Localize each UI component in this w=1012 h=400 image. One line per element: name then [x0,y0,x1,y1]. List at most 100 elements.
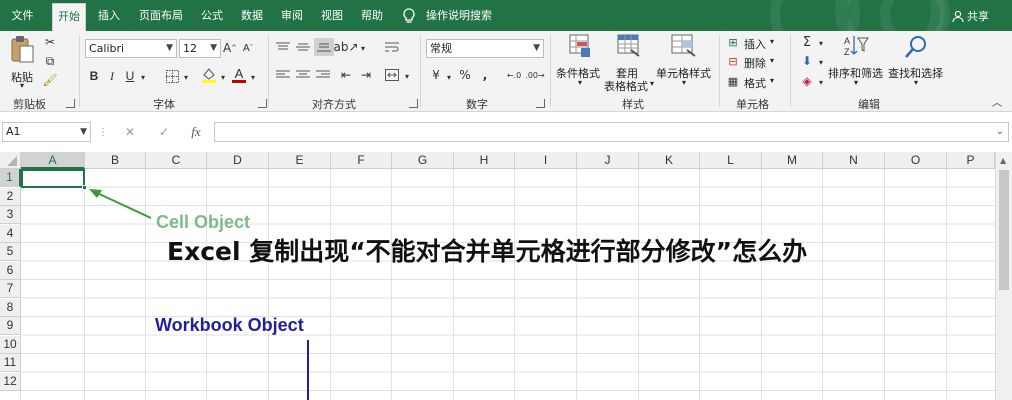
insert-cells-button[interactable]: ⊞ 插入 ▾ [726,34,796,52]
vertical-scrollbar[interactable]: ▲ [995,152,1012,400]
workbook-object-label: Workbook Object [155,315,304,335]
tab-formulas[interactable]: 公式 [195,0,229,31]
chevron-down-icon: ▾ [914,78,919,87]
annotation-arrows [89,189,309,400]
shrink-font-icon[interactable]: Aˇ [241,40,255,56]
cell-object-label: Cell Object [156,212,251,232]
font-color-icon[interactable]: A [231,65,247,84]
underline-button[interactable]: U [122,68,138,84]
align-bottom-icon[interactable] [314,38,334,56]
sort-filter-icon: AZ [844,36,869,57]
collapse-ribbon-icon[interactable]: ︿ [990,95,1004,109]
chevron-down-icon[interactable]: ▾ [138,69,148,85]
comma-style-icon[interactable]: , [477,67,493,83]
cancel-icon[interactable]: ✕ [122,124,138,140]
decrease-decimal-icon[interactable]: .00→ [525,67,544,83]
chevron-down-icon[interactable]: ▾ [248,69,258,85]
chevron-down-icon[interactable]: ▾ [444,69,454,85]
group-label-editing: 编辑 [858,98,880,111]
cut-icon[interactable]: ✂ [42,34,58,50]
format-painter-icon[interactable]: 🖌 [42,72,58,88]
autosum-icon[interactable]: Σ [799,34,815,50]
align-middle-icon[interactable] [294,39,312,55]
number-format-dropdown[interactable]: 常规 ▼ [426,39,544,58]
fill-color-icon[interactable] [200,66,218,84]
lightbulb-icon [403,7,415,23]
tell-me-search[interactable]: 操作说明搜索 [402,0,492,31]
dialog-launcher-icon[interactable] [66,99,75,108]
decorative-circle [880,0,950,31]
chevron-down-icon[interactable]: ▾ [181,69,191,85]
conditional-formatting-button[interactable]: 条件格式 ▾ [556,34,606,92]
italic-button[interactable]: I [104,68,120,84]
align-center-icon[interactable] [294,67,312,83]
tab-page-layout[interactable]: 页面布局 [133,0,189,31]
increase-decimal-icon[interactable]: ←.0 [505,67,523,83]
share-button[interactable]: 共享 [952,0,989,31]
formula-input[interactable]: ⌄ [214,122,1009,142]
borders-icon[interactable] [164,68,180,84]
find-select-button[interactable]: 查找和选择 ▾ [888,34,948,92]
tab-home[interactable]: 开始 [52,3,86,31]
tab-data[interactable]: 数据 [235,0,269,31]
align-left-icon[interactable] [274,67,292,83]
scroll-up-icon[interactable]: ▲ [1000,156,1006,165]
group-divider [790,35,791,107]
align-right-icon[interactable] [314,67,332,83]
format-cells-button[interactable]: ▦ 格式 ▾ [726,73,796,91]
scroll-thumb[interactable] [999,170,1009,290]
tab-file[interactable]: 文件 [0,0,45,31]
format-as-table-button[interactable]: 套用 表格格式 ▾ [604,34,655,93]
chevron-down-icon: ▾ [650,79,655,88]
cell-object-arrow [94,191,152,219]
format-as-table-label-2: 表格格式 [604,80,648,93]
group-label-styles: 样式 [622,98,644,111]
clear-icon[interactable]: ◈ [799,73,815,89]
enter-icon[interactable]: ✓ [156,124,172,140]
insert-function-button[interactable]: fx [186,124,206,140]
grow-font-icon[interactable]: A ^ [223,40,237,56]
chevron-down-icon[interactable]: ▾ [358,40,368,56]
increase-indent-icon[interactable]: ⇥ [357,67,375,83]
orientation-icon[interactable]: ab↗ [333,39,358,55]
font-size-dropdown[interactable]: 12 ▼ [179,39,221,58]
dialog-launcher-icon[interactable] [536,99,545,108]
paste-button[interactable]: 粘贴 ▾ [6,35,40,91]
tab-help[interactable]: 帮助 [355,0,389,31]
tab-view[interactable]: 视图 [315,0,349,31]
copy-icon[interactable]: ⧉ [42,53,58,69]
currency-icon[interactable]: ¥ [428,67,444,83]
fill-icon[interactable]: ⬇ [799,53,815,69]
wrap-text-icon[interactable] [383,39,401,55]
dialog-launcher-icon[interactable] [258,99,267,108]
chevron-down-icon[interactable]: ⌄ [996,123,1004,141]
chevron-down-icon[interactable]: ▾ [816,74,826,90]
tab-insert[interactable]: 插入 [92,0,126,31]
font-name-dropdown[interactable]: Calibri ▼ [85,39,177,58]
ribbon-tab-bar: 文件 开始 插入 页面布局 公式 数据 审阅 视图 帮助 操作说明搜索 共享 [0,0,1012,31]
merge-center-icon[interactable] [383,67,401,83]
sort-filter-button[interactable]: AZ 排序和筛选 ▾ [828,34,886,92]
chevron-down-icon[interactable]: ▾ [402,68,412,84]
chevron-down-icon[interactable]: ▾ [816,35,826,51]
bold-button[interactable]: B [86,68,102,84]
chevron-down-icon[interactable]: ▾ [218,69,228,85]
decrease-indent-icon[interactable]: ⇤ [337,67,355,83]
chevron-down-icon: ▾ [770,37,775,46]
font-name-value: Calibri [89,42,125,55]
chevron-down-icon[interactable]: ▾ [816,54,826,70]
percent-icon[interactable]: % [457,67,473,83]
name-box[interactable]: A1 ▼ [2,122,91,142]
ribbon: 粘贴 ▾ ✂ ⧉ 🖌 剪贴板 Calibri ▼ 12 ▼ A ^ Aˇ B I U … [0,31,1012,112]
spreadsheet-grid: ABCDEFGHIJKLMNOP 1 2 3 4 5 6 7 8 9 10 11 12 Cell Ob… [0,152,1012,400]
cell-styles-button[interactable]: 单元格样式 ▾ [656,34,712,92]
headline: Excel 复制出现“不能对合并单元格进行部分修改”怎么办 [167,237,808,266]
chevron-down-icon: ▾ [770,76,775,85]
group-label-clipboard: 剪贴板 [13,98,46,111]
tell-me-label: 操作说明搜索 [426,9,492,22]
delete-cells-button[interactable]: ⊟ 删除 ▾ [726,53,796,71]
dialog-launcher-icon[interactable] [409,99,418,108]
font-size-value: 12 [183,42,197,55]
align-top-icon[interactable] [274,39,292,55]
tab-review[interactable]: 审阅 [275,0,309,31]
